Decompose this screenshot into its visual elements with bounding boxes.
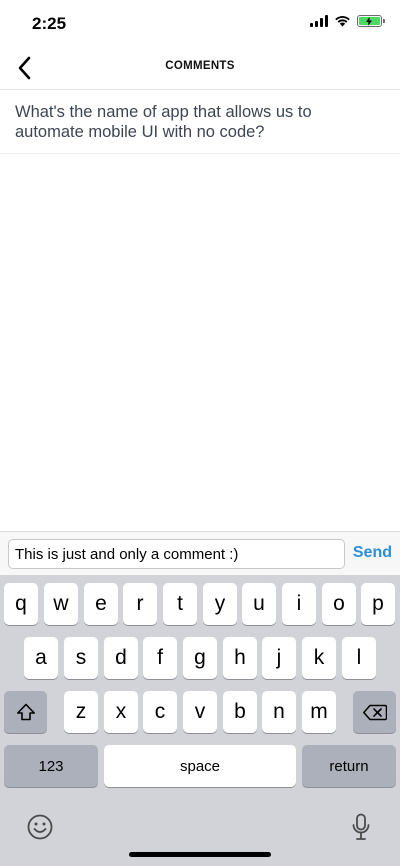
key-i[interactable]: i: [282, 583, 316, 625]
post-card: What's the name of app that allows us to…: [0, 90, 400, 154]
cellular-signal-icon: [310, 15, 328, 27]
key-v[interactable]: v: [183, 691, 217, 733]
charging-bolt-icon: [366, 17, 372, 26]
wifi-icon: [335, 16, 350, 27]
key-g[interactable]: g: [183, 637, 217, 679]
key-a[interactable]: a: [24, 637, 58, 679]
nav-bar: COMMENTS: [0, 46, 400, 90]
key-q[interactable]: q: [4, 583, 38, 625]
keyboard: q w e r t y u i o p a s d f g h j k l z …: [0, 575, 400, 866]
status-time: 2:25: [32, 14, 67, 33]
comment-bar: Send: [0, 531, 400, 575]
key-f[interactable]: f: [143, 637, 177, 679]
shift-key[interactable]: [4, 691, 47, 733]
send-button[interactable]: Send: [353, 544, 392, 562]
shift-arrow-icon: [16, 703, 35, 721]
status-bar: 2:25: [0, 0, 400, 46]
home-indicator[interactable]: [129, 852, 271, 857]
key-r[interactable]: r: [123, 583, 157, 625]
key-p[interactable]: p: [361, 583, 395, 625]
key-x[interactable]: x: [104, 691, 138, 733]
key-d[interactable]: d: [104, 637, 138, 679]
emoji-icon: [27, 814, 53, 840]
key-e[interactable]: e: [84, 583, 118, 625]
backspace-key[interactable]: [353, 691, 396, 733]
dictation-button[interactable]: [346, 810, 376, 844]
battery-icon: [357, 15, 385, 27]
microphone-icon: [352, 813, 370, 840]
backspace-icon: [362, 704, 387, 720]
key-j[interactable]: j: [262, 637, 296, 679]
key-n[interactable]: n: [262, 691, 296, 733]
key-z[interactable]: z: [64, 691, 98, 733]
return-key[interactable]: return: [302, 745, 396, 787]
key-y[interactable]: y: [203, 583, 237, 625]
key-m[interactable]: m: [302, 691, 336, 733]
key-h[interactable]: h: [223, 637, 257, 679]
key-t[interactable]: t: [163, 583, 197, 625]
key-l[interactable]: l: [342, 637, 376, 679]
key-b[interactable]: b: [223, 691, 257, 733]
post-text: What's the name of app that allows us to…: [15, 103, 312, 141]
key-o[interactable]: o: [322, 583, 356, 625]
comment-input[interactable]: [8, 539, 345, 569]
key-c[interactable]: c: [143, 691, 177, 733]
key-u[interactable]: u: [242, 583, 276, 625]
key-s[interactable]: s: [64, 637, 98, 679]
key-k[interactable]: k: [302, 637, 336, 679]
space-key[interactable]: space: [104, 745, 296, 787]
emoji-button[interactable]: [25, 812, 55, 842]
numbers-key[interactable]: 123: [4, 745, 98, 787]
status-icons: [310, 15, 385, 27]
page-title: COMMENTS: [165, 60, 235, 72]
key-w[interactable]: w: [44, 583, 78, 625]
